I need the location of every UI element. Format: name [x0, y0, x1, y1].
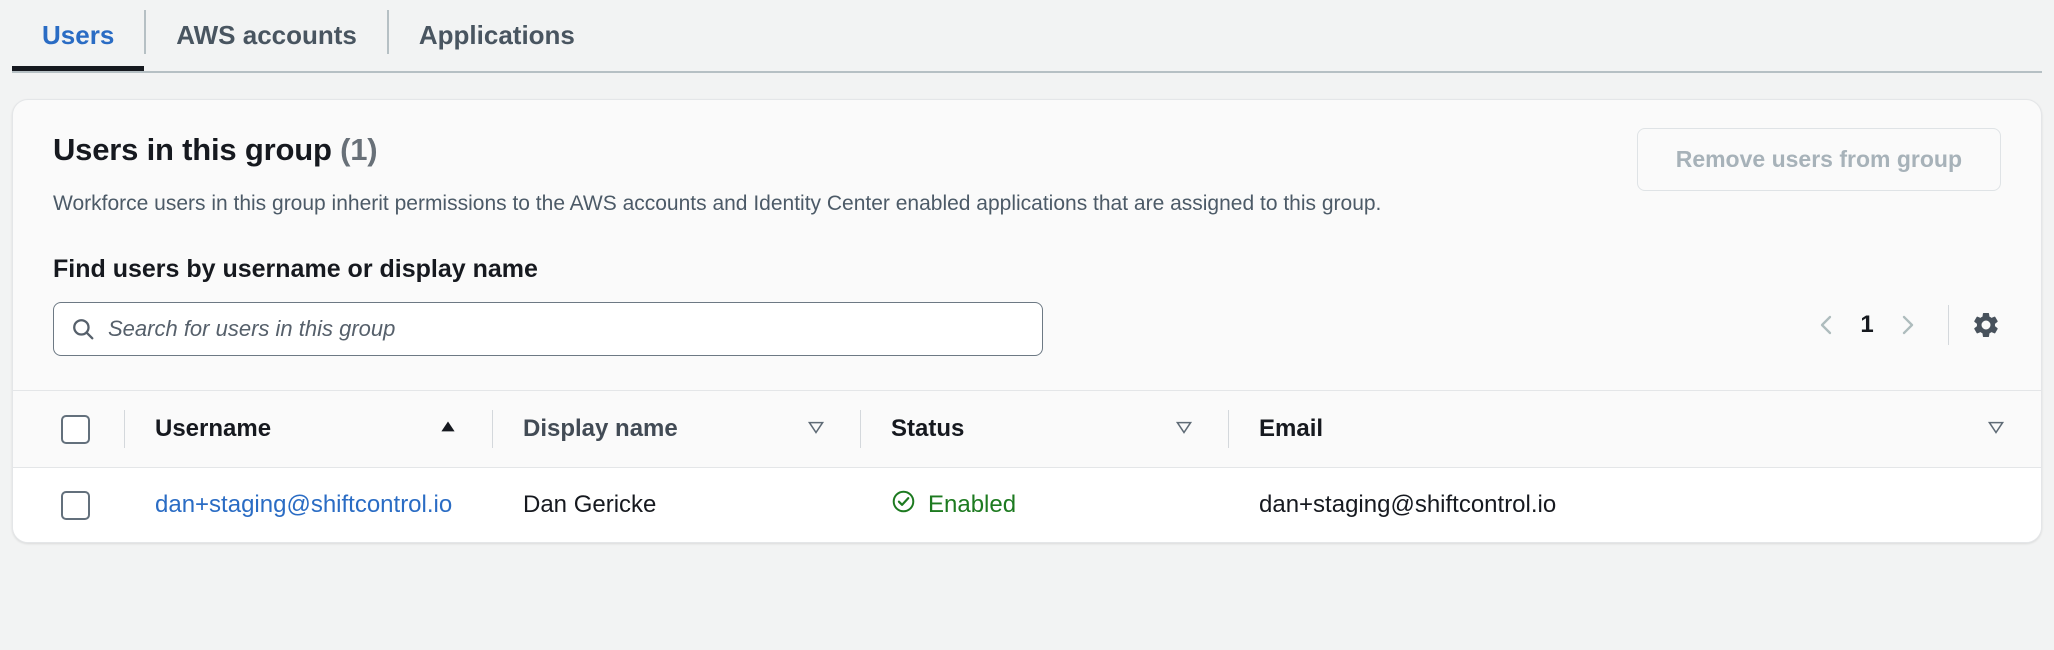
column-header-display-name-label: Display name — [523, 415, 678, 443]
page-number-1[interactable]: 1 — [1850, 311, 1884, 339]
previous-page-button[interactable] — [1804, 302, 1850, 348]
column-header-username[interactable]: Username — [125, 390, 493, 469]
users-table: Username Display name Status Email dan+s… — [13, 390, 2041, 542]
column-header-email[interactable]: Email — [1229, 390, 2041, 469]
select-all-checkbox[interactable] — [61, 414, 90, 444]
tab-bar-rule — [12, 71, 2042, 73]
tab-aws-accounts[interactable]: AWS accounts — [146, 0, 387, 71]
search-area: Find users by username or display name S… — [53, 255, 1043, 357]
chevron-right-icon — [1902, 316, 1914, 335]
column-header-email-label: Email — [1259, 415, 1324, 443]
username-link[interactable]: dan+staging@shiftcontrol.io — [155, 491, 452, 518]
search-icon — [70, 316, 96, 342]
user-count: (1) — [340, 132, 378, 167]
search-input[interactable]: Search for users in this group — [53, 302, 1043, 357]
caret-down-outline-icon — [805, 416, 827, 443]
display-name-text: Dan Gericke — [523, 491, 657, 519]
users-in-group-panel: Users in this group (1) Workforce users … — [12, 99, 2042, 543]
search-input-placeholder: Search for users in this group — [108, 316, 396, 342]
cell-display-name: Dan Gericke — [493, 467, 861, 542]
chevron-left-icon — [1820, 316, 1832, 335]
page-title-text: Users in this group — [53, 132, 332, 167]
panel-header-text: Users in this group (1) Workforce users … — [53, 128, 1381, 217]
row-select-wrapper — [13, 468, 125, 542]
cell-email: dan+staging@shiftcontrol.io — [1229, 467, 2041, 542]
panel-header: Users in this group (1) Workforce users … — [13, 100, 2041, 217]
column-header-username-label: Username — [155, 415, 272, 443]
tab-applications[interactable]: Applications — [389, 0, 605, 71]
page-title: Users in this group (1) — [53, 132, 1381, 168]
caret-down-outline-icon — [1985, 416, 2007, 443]
column-header-display-name[interactable]: Display name — [493, 390, 861, 469]
tab-aws-accounts-label: AWS accounts — [176, 20, 357, 50]
email-text: dan+staging@shiftcontrol.io — [1259, 491, 1557, 519]
check-circle-icon — [891, 489, 916, 521]
gear-icon — [1974, 313, 1998, 338]
tab-users[interactable]: Users — [12, 0, 145, 71]
cell-status: Enabled — [861, 467, 1229, 542]
table-row: dan+staging@shiftcontrol.io Dan Gericke — [13, 467, 2041, 542]
tab-users-label: Users — [42, 20, 115, 50]
table-preferences-button[interactable] — [1971, 310, 2001, 340]
search-label: Find users by username or display name — [53, 255, 538, 284]
select-all-header — [13, 390, 125, 469]
select-all-cell — [13, 391, 125, 467]
panel-description: Workforce users in this group inherit pe… — [53, 192, 1382, 215]
tab-bar: Users AWS accounts Applications — [0, 0, 2054, 73]
pagination: 1 — [1804, 302, 2001, 356]
remove-users-from-group-button[interactable]: Remove users from group — [1636, 128, 2001, 191]
status-label: Enabled — [928, 491, 1017, 519]
status-badge: Enabled — [891, 489, 1229, 521]
cell-username: dan+staging@shiftcontrol.io — [125, 467, 493, 542]
tab-applications-label: Applications — [418, 20, 575, 50]
search-and-pagination: Find users by username or display name S… — [13, 217, 2041, 357]
row-checkbox[interactable] — [61, 490, 90, 520]
pagination-divider — [1948, 305, 1949, 346]
caret-down-outline-icon — [1173, 416, 1195, 443]
row-select-cell — [13, 467, 125, 542]
column-header-status-label: Status — [891, 415, 965, 443]
caret-up-filled-icon — [437, 416, 459, 443]
column-header-status[interactable]: Status — [861, 390, 1229, 469]
table-header-row: Username Display name Status Email — [13, 390, 2041, 469]
next-page-button[interactable] — [1884, 302, 1930, 348]
